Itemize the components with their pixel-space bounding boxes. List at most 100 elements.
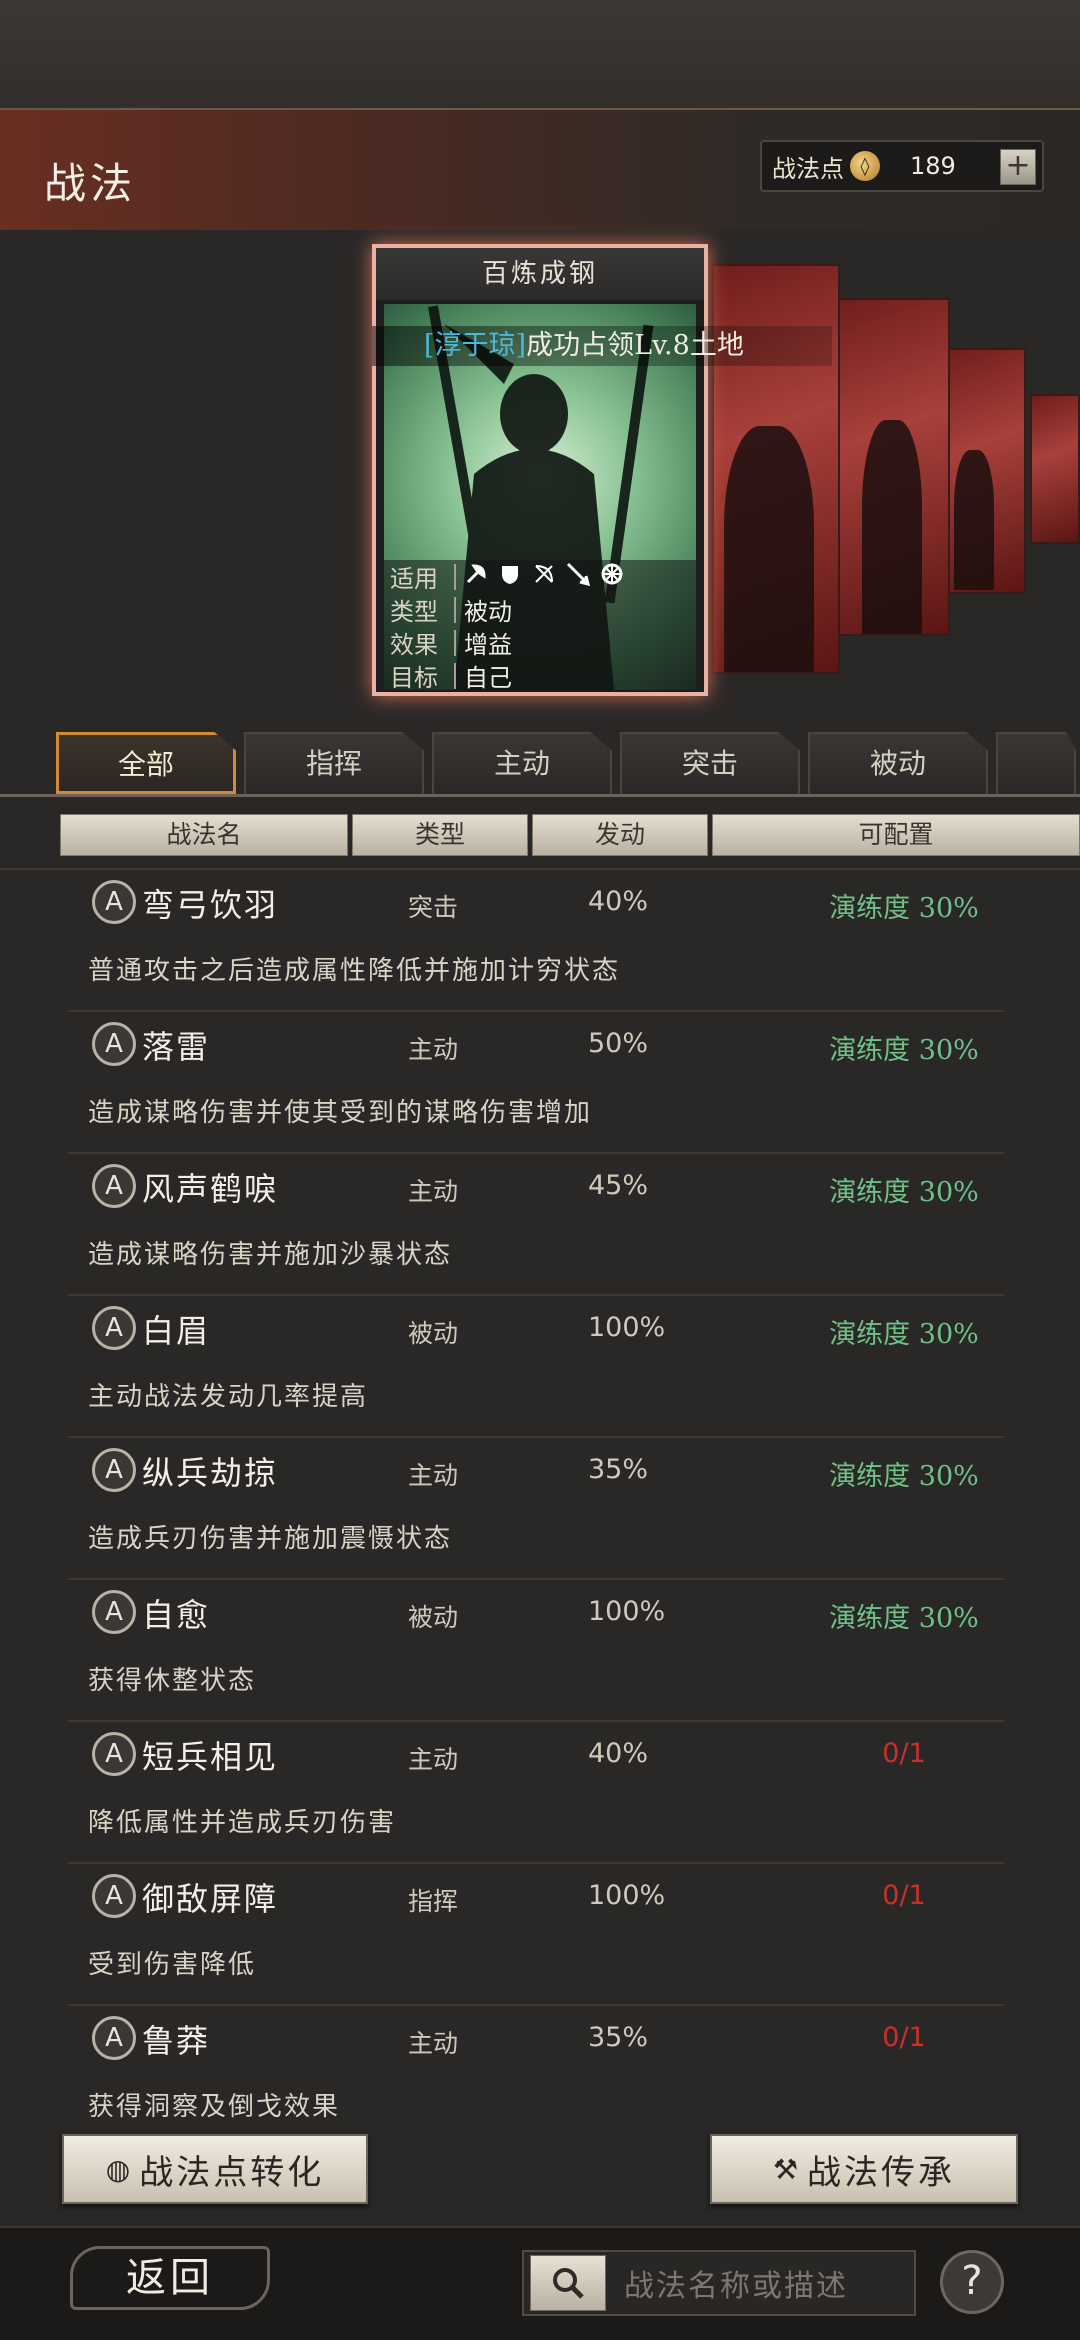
tactic-config: 0/1 xyxy=(882,2022,926,2053)
page-title: 战法 xyxy=(44,159,137,208)
stat-divider xyxy=(454,596,456,623)
grade-badge: A xyxy=(92,1732,136,1776)
stat-target-key: 目标 xyxy=(390,664,438,692)
stat-effect-key: 效果 xyxy=(390,631,438,659)
tab-active[interactable]: 主动 xyxy=(432,732,612,794)
inherit-tactic-button[interactable]: ⚒ 战法传承 xyxy=(710,2134,1018,2204)
tactic-config: 演练度 30% xyxy=(829,1319,979,1350)
tactic-type: 被动 xyxy=(408,1603,459,1632)
tab-command[interactable]: 指挥 xyxy=(244,732,424,794)
tactic-type: 突击 xyxy=(408,893,459,922)
tactic-row[interactable]: A 风声鹤唳 主动 45% 演练度 30% 造成谋略伤害并施加沙暴状态 xyxy=(68,1154,1004,1296)
grade-badge: A xyxy=(92,1590,136,1634)
axe-icon xyxy=(464,562,488,592)
card-thumbnail[interactable] xyxy=(1030,394,1080,544)
tactic-description: 造成谋略伤害并施加沙暴状态 xyxy=(88,1240,453,1270)
tactic-name: 短兵相见 xyxy=(142,1738,279,1776)
tactic-points-label: 战法点 xyxy=(772,154,844,183)
tactic-type: 主动 xyxy=(408,1035,459,1064)
stat-divider xyxy=(454,662,456,689)
tactic-description: 主动战法发动几率提高 xyxy=(88,1382,369,1412)
tactic-rate: 35% xyxy=(588,1454,649,1485)
tactic-type: 主动 xyxy=(408,1177,459,1206)
tactic-name: 御敌屏障 xyxy=(142,1880,279,1918)
tab-passive[interactable]: 被动 xyxy=(808,732,988,794)
grade-badge: A xyxy=(92,1022,136,1066)
stat-suit-key: 适用 xyxy=(390,565,438,593)
stat-effect-value: 增益 xyxy=(464,631,512,659)
tactic-type: 主动 xyxy=(408,1745,459,1774)
search-input[interactable]: 战法名称或描述 xyxy=(522,2250,916,2316)
tactic-type: 主动 xyxy=(408,2029,459,2058)
tactic-description: 受到伤害降低 xyxy=(88,1950,257,1980)
tactic-type: 被动 xyxy=(408,1319,459,1348)
grade-badge: A xyxy=(92,1164,136,1208)
tactic-description: 获得休整状态 xyxy=(88,1666,257,1696)
tactic-rate: 35% xyxy=(588,2022,649,2053)
card-unlock-condition: [淳于琼]成功占领Lv.8土地 xyxy=(372,326,832,366)
tactic-row[interactable]: A 纵兵劫掠 主动 35% 演练度 30% 造成兵刃伤害并施加震慑状态 xyxy=(68,1438,1004,1580)
back-button[interactable]: 返回 xyxy=(70,2246,270,2310)
tab-more[interactable] xyxy=(996,732,1076,794)
column-header-config[interactable]: 可配置 xyxy=(712,814,1080,856)
tactic-rate: 50% xyxy=(588,1028,649,1059)
tactic-rate: 100% xyxy=(588,1596,666,1627)
column-header-rate[interactable]: 发动 xyxy=(532,814,708,856)
tactic-name: 自愈 xyxy=(142,1596,211,1634)
tactic-description: 造成谋略伤害并使其受到的谋略伤害增加 xyxy=(88,1098,593,1128)
tactic-row[interactable]: A 御敌屏障 指挥 100% 0/1 受到伤害降低 xyxy=(68,1864,1004,2006)
search-button[interactable] xyxy=(530,2255,606,2311)
unlock-text: 成功占领Lv.8土地 xyxy=(526,330,744,361)
general-name: [淳于琼] xyxy=(424,330,527,361)
stat-row-effect: 效果 增益 xyxy=(384,626,696,659)
featured-tactic-card[interactable]: 百炼成钢 适用 类型 被动 效果 增益 目标 自己 xyxy=(372,244,708,696)
search-icon xyxy=(553,2268,584,2299)
column-header-type[interactable]: 类型 xyxy=(352,814,528,856)
grade-badge: A xyxy=(92,1448,136,1492)
tactic-description: 获得洞察及倒戈效果 xyxy=(88,2092,341,2122)
tactic-config: 演练度 30% xyxy=(829,1603,979,1634)
tactic-row[interactable]: A 自愈 被动 100% 演练度 30% 获得休整状态 xyxy=(68,1580,1004,1722)
convert-points-label: 战法点转化 xyxy=(139,2152,325,2193)
search-placeholder: 战法名称或描述 xyxy=(624,2269,848,2304)
grade-badge: A xyxy=(92,2016,136,2060)
help-button[interactable]: ? xyxy=(940,2250,1004,2314)
tactic-rate: 45% xyxy=(588,1170,649,1201)
stat-target-value: 自己 xyxy=(464,664,512,692)
tactic-row[interactable]: A 弯弓饮羽 突击 40% 演练度 30% 普通攻击之后造成属性降低并施加计穷状… xyxy=(68,870,1004,1012)
tactic-row[interactable]: A 鲁莽 主动 35% 0/1 获得洞察及倒戈效果 xyxy=(68,2006,1004,2148)
tab-assault[interactable]: 突击 xyxy=(620,732,800,794)
stat-divider xyxy=(454,563,456,590)
card-thumbnail[interactable] xyxy=(830,298,950,636)
tactic-name: 鲁莽 xyxy=(142,2022,211,2060)
spear-icon xyxy=(566,562,591,592)
tactic-row[interactable]: A 落雷 主动 50% 演练度 30% 造成谋略伤害并使其受到的谋略伤害增加 xyxy=(68,1012,1004,1154)
tactic-config: 0/1 xyxy=(882,1880,926,1911)
stat-type-value: 被动 xyxy=(464,598,512,626)
tactic-description: 造成兵刃伤害并施加震慑状态 xyxy=(88,1524,453,1554)
tactic-name: 白眉 xyxy=(142,1312,211,1350)
convert-points-button[interactable]: ◍ 战法点转化 xyxy=(62,2134,368,2204)
add-points-button[interactable]: + xyxy=(1000,149,1036,185)
tactic-row[interactable]: A 白眉 被动 100% 演练度 30% 主动战法发动几率提高 xyxy=(68,1296,1004,1438)
tactic-type: 指挥 xyxy=(408,1887,459,1916)
tactic-rate: 100% xyxy=(588,1312,666,1343)
tactic-config: 演练度 30% xyxy=(829,1461,979,1492)
tactic-type: 主动 xyxy=(408,1461,459,1490)
grade-badge: A xyxy=(92,1874,136,1918)
card-thumbnail[interactable] xyxy=(938,348,1026,594)
tactic-name: 弯弓饮羽 xyxy=(142,886,279,924)
tactic-row[interactable]: A 短兵相见 主动 40% 0/1 降低属性并造成兵刃伤害 xyxy=(68,1722,1004,1864)
tactic-points-value: 189 xyxy=(910,152,956,180)
card-title: 百炼成钢 xyxy=(376,248,704,300)
stat-row-target: 目标 自己 xyxy=(384,659,696,692)
hammer-icon: ⚒ xyxy=(772,2152,802,2186)
coin-icon: ◍ xyxy=(105,2152,134,2186)
column-header-name[interactable]: 战法名 xyxy=(60,814,348,856)
tactic-config: 0/1 xyxy=(882,1738,926,1769)
stat-row-suit: 适用 xyxy=(384,560,696,593)
tab-all[interactable]: 全部 xyxy=(56,732,236,794)
shield-icon xyxy=(498,562,522,592)
tactic-rate: 100% xyxy=(588,1880,666,1911)
suit-icons xyxy=(464,562,624,592)
